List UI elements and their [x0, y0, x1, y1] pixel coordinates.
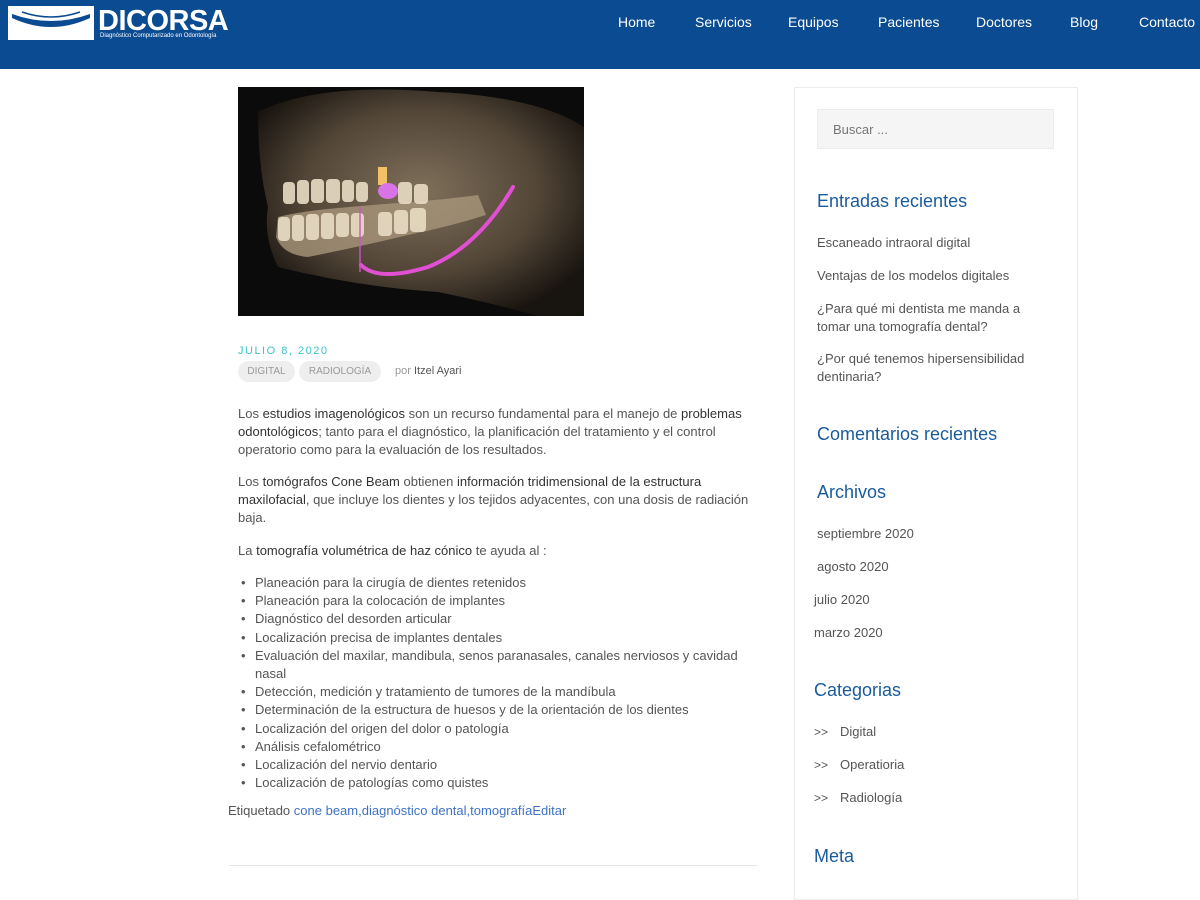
recent-post-link[interactable]: Ventajas de los modelos digitales	[817, 267, 1047, 285]
post-author-line: por Itzel Ayari	[395, 365, 461, 377]
post-paragraph-3: La tomografía volumétrica de haz cónico …	[238, 542, 763, 560]
site-header: DICORSA Diagnóstico Computarizado en Odo…	[0, 0, 1200, 69]
meta-title: Meta	[814, 846, 855, 866]
list-item: Localización precisa de implantes dental…	[240, 629, 760, 647]
edit-post-link[interactable]: Editar	[532, 803, 566, 818]
category-badge-digital[interactable]: DIGITAL	[238, 361, 295, 382]
post-paragraph-1: Los estudios imagenológicos son un recur…	[238, 405, 763, 460]
archive-link[interactable]: agosto 2020	[817, 558, 889, 576]
bold-text: estudios imagenológicos	[262, 406, 405, 421]
text-run: Los	[238, 474, 263, 489]
archive-link[interactable]: septiembre 2020	[817, 525, 914, 543]
nav-servicios[interactable]: Servicios	[695, 14, 752, 30]
recent-post-link[interactable]: ¿Por qué tenemos hipersensibilidad denti…	[817, 350, 1047, 386]
nav-equipos[interactable]: Equipos	[788, 14, 839, 30]
category-label: Digital	[840, 724, 877, 739]
logo-subtitle: Diagnóstico Computarizado en Odontología	[100, 33, 217, 39]
chevron-double-right-icon: >>	[814, 758, 829, 772]
category-badge-radiologia[interactable]: RADIOLOGÍA	[299, 361, 381, 382]
text-run: son un recurso fundamental para el manej…	[404, 406, 682, 421]
nav-contacto[interactable]: Contacto	[1139, 14, 1195, 30]
list-item: Determinación de la estructura de huesos…	[240, 701, 760, 719]
tag-link-tomografia[interactable]: tomografía	[470, 803, 532, 818]
list-item: Localización de patologías como quistes	[240, 774, 760, 792]
post-author[interactable]: Itzel Ayari	[414, 365, 462, 377]
list-item: Análisis cefalométrico	[240, 738, 760, 756]
category-link-digital[interactable]: >> Digital	[814, 724, 876, 739]
categories-title: Categorias	[814, 680, 902, 700]
text-run: te ayuda al :	[472, 543, 547, 558]
category-label: Operatioria	[840, 757, 905, 772]
nav-doctores[interactable]: Doctores	[976, 14, 1032, 30]
text-run: La	[238, 543, 257, 558]
post-tags: Etiquetado cone beam,diagnóstico dental,…	[228, 803, 566, 818]
list-item: Planeación para la cirugía de dientes re…	[240, 574, 760, 592]
list-item: Diagnóstico del desorden articular	[240, 610, 760, 628]
tag-link-diagnostico-dental[interactable]: diagnóstico dental	[362, 803, 467, 818]
archive-link[interactable]: julio 2020	[814, 591, 870, 609]
archive-link[interactable]: marzo 2020	[814, 624, 883, 642]
logo-mark-icon	[8, 6, 94, 40]
archives-title: Archivos	[817, 482, 887, 502]
by-label: por	[395, 365, 411, 377]
chevron-double-right-icon: >>	[814, 791, 829, 805]
nav-blog[interactable]: Blog	[1070, 14, 1098, 30]
tagged-label: Etiquetado	[228, 803, 294, 818]
recent-posts-title: Entradas recientes	[817, 191, 968, 211]
benefits-list: Planeación para la cirugía de dientes re…	[240, 574, 760, 793]
list-item: Planeación para la colocación de implant…	[240, 592, 760, 610]
category-link-operatioria[interactable]: >> Operatioria	[814, 757, 904, 772]
list-item: Localización del origen del dolor o pato…	[240, 720, 760, 738]
post-paragraph-2: Los tomógrafos Cone Beam obtienen inform…	[238, 473, 763, 528]
bold-text: tomógrafos Cone Beam	[262, 474, 400, 489]
nav-home[interactable]: Home	[618, 14, 655, 30]
nav-pacientes[interactable]: Pacientes	[878, 14, 939, 30]
recent-comments-title: Comentarios recientes	[817, 424, 998, 444]
text-run: Los	[238, 406, 263, 421]
post-date[interactable]: JULIO 8, 2020	[238, 345, 328, 357]
recent-post-link[interactable]: Escaneado intraoral digital	[817, 234, 1047, 252]
text-run: obtienen	[399, 474, 457, 489]
search-input[interactable]	[817, 109, 1054, 149]
chevron-double-right-icon: >>	[814, 725, 829, 739]
tag-link-cone-beam[interactable]: cone beam	[294, 803, 358, 818]
text-run: , que incluye los dientes y los tejidos …	[238, 492, 749, 526]
category-label: Radiología	[840, 790, 903, 805]
list-item: Localización del nervio dentario	[240, 756, 760, 774]
bold-text: tomografía volumétrica de haz cónico	[256, 543, 473, 558]
category-link-radiologia[interactable]: >> Radiología	[814, 790, 902, 805]
post-featured-image	[238, 87, 584, 316]
post-divider	[229, 865, 758, 866]
list-item: Detección, medición y tratamiento de tum…	[240, 683, 760, 701]
list-item: Evaluación del maxilar, mandibula, senos…	[240, 647, 760, 683]
site-logo[interactable]: DICORSA Diagnóstico Computarizado en Odo…	[8, 5, 229, 42]
recent-post-link[interactable]: ¿Para qué mi dentista me manda a tomar u…	[817, 300, 1047, 336]
